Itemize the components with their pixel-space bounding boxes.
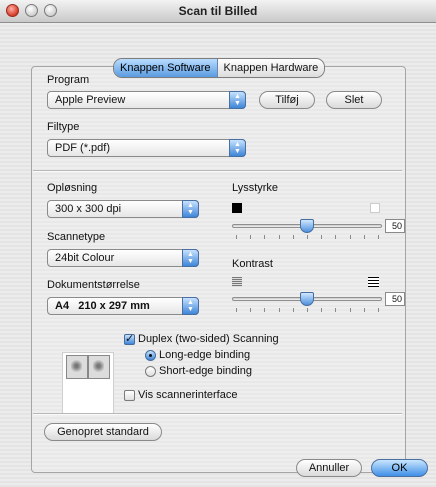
tab-hardware-button[interactable]: Knappen Hardware (217, 59, 325, 77)
resolution-select-value: 300 x 300 dpi (55, 203, 122, 215)
docsize-select-value: A4 210 x 297 mm (55, 300, 150, 312)
popup-arrows-icon: ▲ ▼ (229, 139, 246, 157)
slider-tick (278, 308, 280, 312)
add-program-button[interactable]: Tilføj (259, 91, 315, 109)
scantype-label: Scannetype (47, 231, 106, 243)
scantype-select[interactable]: 24bit Colour ▲ ▼ (47, 249, 199, 267)
light-square-icon (370, 203, 380, 213)
long-edge-label: Long-edge binding (159, 349, 251, 361)
slider-tick (321, 235, 323, 239)
scantype-select-value: 24bit Colour (55, 252, 115, 264)
dark-square-icon (232, 203, 242, 213)
slider-tick (307, 235, 308, 239)
restore-defaults-button[interactable]: Genopret standard (44, 423, 162, 441)
filetype-select-value: PDF (*.pdf) (55, 142, 111, 154)
duplex-checkbox[interactable] (124, 332, 135, 345)
delete-program-button[interactable]: Slet (326, 91, 382, 109)
slider-tick (292, 308, 294, 312)
slider-tick (363, 235, 365, 239)
docsize-select[interactable]: A4 210 x 297 mm ▲ ▼ (47, 297, 199, 315)
slider-tick (307, 308, 308, 312)
duplex-preview-image (62, 352, 114, 414)
filetype-label: Filtype (47, 121, 80, 133)
slider-tick (278, 235, 280, 239)
short-edge-label: Short-edge binding (159, 365, 252, 377)
title-bar: Scan til Billed (0, 0, 436, 23)
program-select-value: Apple Preview (55, 94, 126, 106)
tab-software-button[interactable]: Knappen Software (114, 59, 218, 77)
brightness-slider-thumb[interactable] (300, 219, 314, 233)
long-edge-radio[interactable] (145, 350, 156, 361)
program-select[interactable]: Apple Preview ▲ ▼ (47, 91, 246, 109)
slider-tick (335, 308, 337, 312)
popup-arrows-icon: ▲ ▼ (182, 297, 199, 315)
slider-tick (349, 308, 351, 312)
page-front-icon (66, 355, 88, 379)
slider-tick (250, 308, 252, 312)
slider-tick (349, 235, 351, 239)
slider-tick (264, 308, 266, 312)
popup-arrows-icon: ▲ ▼ (182, 200, 199, 218)
slider-tick (363, 308, 365, 312)
dialog-content: Knappen Software Knappen Hardware Progra… (0, 23, 436, 487)
slider-tick (335, 235, 337, 239)
divider (33, 170, 402, 172)
contrast-value-field[interactable]: 50 (385, 292, 405, 306)
cancel-button[interactable]: Annuller (296, 459, 362, 477)
tab-bar: Knappen Software Knappen Hardware (113, 58, 326, 78)
page-back-icon (88, 355, 110, 379)
resolution-select[interactable]: 300 x 300 dpi ▲ ▼ (47, 200, 199, 218)
slider-tick (378, 235, 379, 239)
popup-arrows-icon: ▲ ▼ (229, 91, 246, 109)
slider-tick (321, 308, 323, 312)
slider-tick (236, 235, 237, 239)
filetype-select[interactable]: PDF (*.pdf) ▲ ▼ (47, 139, 246, 157)
divider (33, 413, 402, 415)
low-contrast-icon (232, 277, 242, 287)
slider-tick (378, 308, 379, 312)
short-edge-radio[interactable] (145, 366, 156, 377)
contrast-slider-thumb[interactable] (300, 292, 314, 306)
brightness-label: Lysstyrke (232, 182, 279, 194)
brightness-value-field[interactable]: 50 (385, 219, 405, 233)
slider-tick (250, 235, 252, 239)
contrast-label: Kontrast (232, 258, 273, 270)
slider-tick (292, 235, 294, 239)
program-label: Program (47, 74, 90, 86)
resolution-label: Opløsning (47, 182, 98, 194)
scanner-interface-checkbox[interactable] (124, 390, 135, 401)
ok-button[interactable]: OK (371, 459, 428, 477)
popup-arrows-icon: ▲ ▼ (182, 249, 199, 267)
high-contrast-icon (368, 277, 379, 287)
scanner-interface-label: Vis scannerinterface (138, 389, 238, 401)
slider-tick (264, 235, 266, 239)
duplex-label: Duplex (two-sided) Scanning (138, 333, 279, 345)
docsize-label: Dokumentstørrelse (47, 279, 140, 291)
slider-tick (236, 308, 237, 312)
window-title: Scan til Billed (178, 4, 258, 18)
